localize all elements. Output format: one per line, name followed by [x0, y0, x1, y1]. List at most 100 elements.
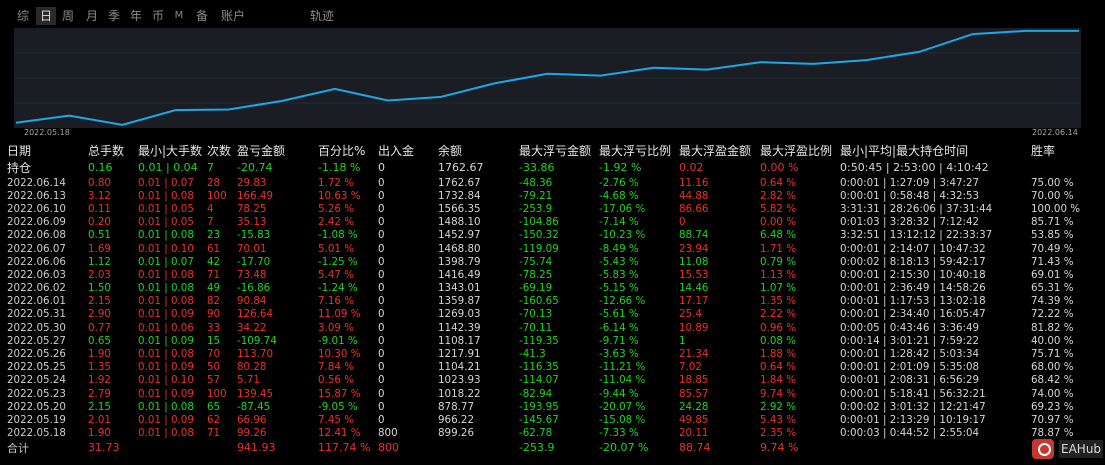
table-cell: 0.01 | 0.08	[138, 282, 194, 295]
table-cell: 0.01 | 0.09	[138, 334, 194, 347]
table-cell: 2.03	[88, 268, 111, 281]
table-cell: 49	[207, 282, 221, 295]
table-cell: 7	[207, 161, 214, 174]
table-cell: 70	[207, 348, 221, 361]
table-cell: 17.17	[679, 295, 709, 308]
col-header: 最大浮亏比例	[599, 144, 672, 158]
tab-0[interactable]: 综	[13, 7, 33, 25]
table-cell: -1.18 %	[318, 161, 361, 174]
table-cell: 12.41 %	[318, 427, 361, 440]
tab-8[interactable]: 备	[192, 7, 212, 25]
table-cell: -9.44 %	[599, 387, 639, 400]
tab-7[interactable]: M	[171, 7, 187, 25]
table-cell: 2022.05.20	[7, 400, 66, 413]
chart-end-date: 2022.06.14	[1032, 128, 1078, 137]
table-cell: 持仓	[7, 161, 32, 175]
table-cell: 0.01 | 0.08	[138, 189, 194, 202]
table-cell: 15.87 %	[318, 387, 361, 400]
table-cell: -253.9	[519, 441, 555, 455]
tab-9[interactable]: 账户	[215, 7, 251, 25]
table-row: 2022.06.13 3.12 0.01 | 0.08 100 166.49 10.63 …	[0, 189, 1091, 202]
table-cell: 0	[378, 295, 385, 308]
table-cell: 0.01 | 0.08	[138, 295, 194, 308]
table-cell: 0.01 | 0.05	[138, 202, 194, 215]
table-cell: -48.36	[519, 176, 553, 189]
col-header: 胜率	[1031, 144, 1056, 158]
table-cell: -2.76 %	[599, 176, 639, 189]
table-cell: 0	[378, 229, 385, 242]
table-cell	[207, 440, 237, 456]
table-cell: 0.00 %	[760, 216, 796, 229]
table-cell: 1762.67	[438, 161, 484, 174]
col-header: 最大浮亏金额	[519, 144, 592, 158]
table-cell: 0.65	[88, 334, 111, 347]
tab-2[interactable]: 周	[58, 7, 78, 25]
table-cell: 2.35 %	[760, 427, 796, 440]
table-cell: 2022.05.24	[7, 374, 66, 387]
table-cell: 70.49 %	[1031, 242, 1074, 255]
table-cell: -79.21	[519, 189, 553, 202]
tab-1[interactable]: 日	[36, 7, 56, 25]
table-row: 2022.05.23 2.79 0.01 | 0.09 100 139.45 15.87 …	[0, 387, 1091, 400]
table-cell: -109.74	[237, 334, 277, 347]
table-cell: 2.92 %	[760, 400, 796, 413]
table-cell: 29.83	[237, 176, 267, 189]
table-cell: 73.48	[237, 268, 267, 281]
table-cell: 2022.06.06	[7, 255, 66, 268]
table-cell: 85.57	[679, 387, 709, 400]
chart-start-date: 2022.05.18	[24, 128, 70, 137]
table-cell: 11.16	[679, 176, 709, 189]
table-cell: 15	[207, 334, 221, 347]
table-row: 2022.06.03 2.03 0.01 | 0.08 71 73.48 5.47 % 0 1…	[0, 268, 1091, 281]
table-cell: 0.01 | 0.09	[138, 387, 194, 400]
tab-6[interactable]: 币	[148, 7, 168, 25]
table-cell: -70.13	[519, 308, 553, 321]
table-cell: -87.45	[237, 400, 271, 413]
table-cell: 2022.06.14	[7, 176, 66, 189]
table-cell: 0.56 %	[318, 374, 354, 387]
tab-4[interactable]: 季	[104, 7, 124, 25]
table-row: 2022.05.31 2.90 0.01 | 0.09 90 126.64 11.09 %…	[0, 308, 1091, 321]
tab-3[interactable]: 月	[82, 7, 102, 25]
table-cell: 0	[378, 161, 385, 174]
table-cell: 1488.10	[438, 216, 481, 229]
table-cell: 2022.05.26	[7, 348, 66, 361]
table-cell: 0.64 %	[760, 361, 796, 374]
table-cell: 75.00 %	[1031, 176, 1074, 189]
table-cell: 20.11	[679, 427, 709, 440]
table-cell: 1.13 %	[760, 268, 796, 281]
table-cell: 3.09 %	[318, 321, 354, 334]
table-cell: 0.01 | 0.08	[138, 268, 194, 281]
table-cell: 0.00 %	[760, 161, 799, 174]
table-cell: 1142.39	[438, 321, 481, 334]
table-cell: 0	[378, 216, 385, 229]
table-cell: -9.71 %	[599, 334, 639, 347]
table-cell: 117.74 %	[318, 441, 371, 455]
table-cell: -8.49 %	[599, 242, 639, 255]
table-cell: -5.61 %	[599, 308, 639, 321]
table-cell: 0:00:01 | 2:34:40 | 16:05:47	[840, 308, 986, 321]
table-cell: 0	[378, 202, 385, 215]
table-cell: 139.45	[237, 387, 274, 400]
table-cell	[438, 440, 519, 456]
table-cell: 88.74	[679, 229, 709, 242]
table-cell: 14.46	[679, 282, 709, 295]
tab-5[interactable]: 年	[126, 7, 146, 25]
table-cell: -3.63 %	[599, 348, 639, 361]
table-cell: 1.90	[88, 348, 111, 361]
table-cell: -17.06 %	[599, 202, 646, 215]
table-cell: 0.01 | 0.10	[138, 374, 194, 387]
table-row: 2022.05.20 2.15 0.01 | 0.08 65 -87.45 -9.05 %…	[0, 400, 1091, 413]
table-cell: 2.42 %	[318, 216, 354, 229]
table-cell: 0.51	[88, 229, 111, 242]
table-cell: 4	[207, 202, 214, 215]
table-cell: 0:50:45 | 2:53:00 | 4:10:42	[840, 161, 989, 174]
table-cell: 0	[679, 216, 686, 229]
eahub-logo-icon	[1032, 439, 1054, 459]
table-cell: 9.74 %	[760, 387, 796, 400]
table-cell: 941.93	[237, 441, 276, 455]
tab-10[interactable]: 轨迹	[304, 7, 340, 25]
table-cell: -114.07	[519, 374, 559, 387]
table-row: 2022.06.02 1.50 0.01 | 0.08 49 -16.86 -1.24 %…	[0, 282, 1091, 295]
table-cell: 28	[207, 176, 221, 189]
